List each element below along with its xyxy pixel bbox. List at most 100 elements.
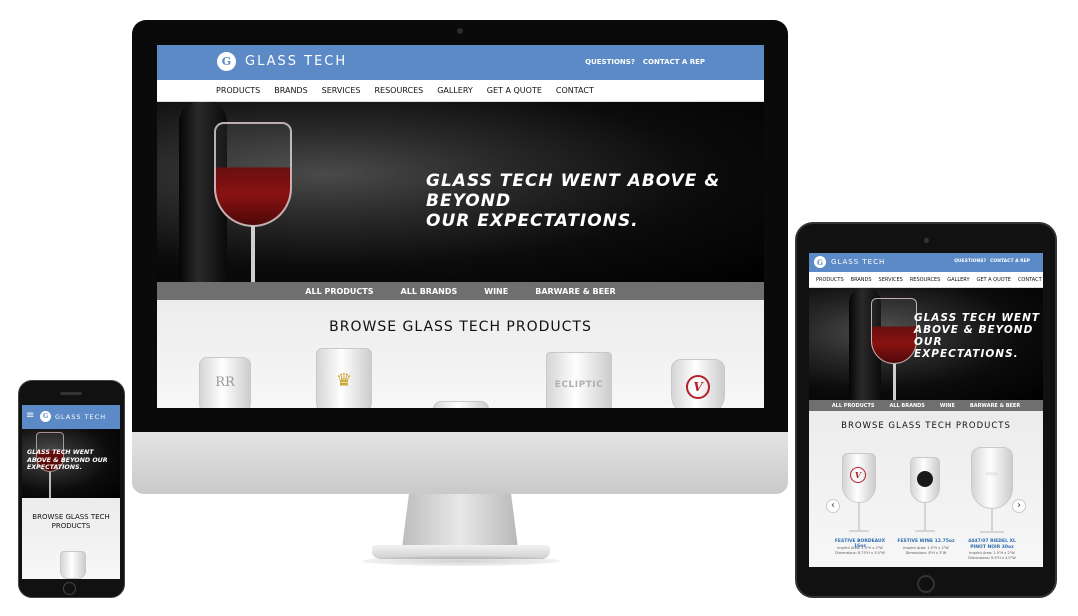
product-glass[interactable]: ECLIPTIC	[546, 352, 612, 408]
browse-section: BROWSE GLASS TECH PRODUCTS RR ♛ ECLIPTIC…	[157, 300, 764, 408]
hero-banner: GLASS TECH WENT ABOVE & BEYOND OUR EXPEC…	[809, 288, 1043, 400]
glass-logo-icon: G	[814, 256, 826, 268]
browse-title: BROWSE GLASS TECH PRODUCTS	[22, 498, 120, 531]
hero-line-2: ABOVE & BEYOND OUR	[27, 456, 108, 464]
hero-headline: GLASS TECH WENT ABOVE & BEYOND OUR EXPEC…	[426, 171, 764, 231]
contact-rep-link[interactable]: CONTACT A REP	[990, 259, 1030, 264]
nav-gallery[interactable]: GALLERY	[947, 277, 969, 283]
nav-resources[interactable]: RESOURCES	[374, 86, 423, 95]
product-spec: Dimensions: 8.75"H x 3.5"W	[835, 551, 885, 555]
crown-logo-icon: ♛	[335, 370, 353, 391]
site-logo[interactable]: G GLASS TECH	[814, 256, 885, 268]
category-subnav: ALL PRODUCTS ALL BRANDS WINE BARWARE & B…	[809, 400, 1043, 411]
bottle-logo-icon	[917, 471, 933, 487]
imac-camera	[457, 28, 463, 34]
hero-line-3: EXPECTATIONS.	[27, 464, 82, 471]
category-subnav: ALL PRODUCTS ALL BRANDS WINE BARWARE & B…	[157, 282, 764, 300]
product-glass[interactable]: ♛	[316, 348, 372, 408]
nav-contact[interactable]: CONTACT	[1018, 277, 1042, 283]
phone-speaker	[60, 392, 82, 395]
browse-title-line-1: BROWSE GLASS TECH	[32, 513, 110, 521]
product-spec: Imprint Area: 1.5"H x 2"W	[969, 551, 1015, 555]
wine-glass	[214, 122, 292, 282]
nav-services[interactable]: SERVICES	[322, 86, 361, 95]
imac-stand	[402, 494, 518, 548]
site-header: G GLASS TECH QUESTIONS? CONTACT A REP	[157, 45, 764, 80]
product-card[interactable]: V FESTIVE BORDEAUX 16oz Imprint Area: 1.…	[835, 453, 885, 565]
browse-title-line-2: PRODUCTS	[51, 522, 91, 530]
hero-line-1: GLASS TECH WENT ABOVE & BEYOND	[426, 171, 721, 211]
glass-logo-icon: G	[40, 411, 51, 422]
ecliptic-logo-icon: ECLIPTIC	[554, 380, 604, 390]
product-spec: Dimensions: 9.5"H x 4.5"W	[968, 556, 1016, 560]
nav-resources[interactable]: RESOURCES	[910, 277, 940, 283]
hero-headline: GLASS TECH WENT ABOVE & BEYOND OUR EXPEC…	[27, 449, 108, 472]
main-nav: PRODUCTS BRANDS SERVICES RESOURCES GALLE…	[157, 80, 764, 102]
nav-products[interactable]: PRODUCTS	[816, 277, 844, 283]
subnav-all-brands[interactable]: ALL BRANDS	[889, 403, 924, 409]
product-glass[interactable]: V	[671, 359, 725, 408]
logo-text: GLASS TECH	[245, 54, 348, 69]
subnav-all-products[interactable]: ALL PRODUCTS	[832, 403, 875, 409]
nav-get-a-quote[interactable]: GET A QUOTE	[977, 277, 1011, 283]
product-glass[interactable]	[433, 401, 489, 408]
tablet-site: G GLASS TECH QUESTIONS? CONTACT A REP PR…	[809, 253, 1043, 567]
subnav-wine[interactable]: WINE	[940, 403, 955, 409]
subnav-barware-beer[interactable]: BARWARE & BEER	[535, 287, 615, 296]
site-logo[interactable]: G GLASS TECH	[40, 411, 106, 422]
nav-services[interactable]: SERVICES	[879, 277, 903, 283]
hamburger-menu-icon[interactable]: ≡	[26, 410, 34, 421]
browse-title: BROWSE GLASS TECH PRODUCTS	[329, 319, 592, 335]
product-card[interactable]: FESTIVE WINE 12.75oz Imprint Area: 1.5"H…	[897, 457, 955, 565]
product-spec: Imprint Area: 1.5"H x 2"W	[837, 546, 883, 550]
subnav-barware-beer[interactable]: BARWARE & BEER	[970, 403, 1020, 409]
site-header: ≡ G GLASS TECH	[22, 405, 120, 429]
main-nav: PRODUCTS BRANDS SERVICES RESOURCES GALLE…	[809, 272, 1043, 288]
contact-rep-link[interactable]: CONTACT A REP	[643, 58, 705, 66]
hero-banner: GLASS TECH WENT ABOVE & BEYOND OUR EXPEC…	[157, 102, 764, 282]
site-logo[interactable]: G GLASS TECH	[217, 52, 347, 71]
phone-home-button	[63, 582, 76, 595]
imac-base-shadow	[362, 556, 560, 566]
browse-section: BROWSE GLASS TECH PRODUCTS ‹ › V FESTIVE…	[809, 411, 1043, 567]
product-name[interactable]: FESTIVE WINE 12.75oz	[897, 539, 955, 544]
subnav-all-brands[interactable]: ALL BRANDS	[401, 287, 458, 296]
product-spec: Dimensions: 8"H x 3"W	[905, 551, 947, 555]
nav-products[interactable]: PRODUCTS	[216, 86, 260, 95]
questions-link[interactable]: QUESTIONS?	[954, 259, 986, 264]
hero-line-2: ABOVE & BEYOND	[914, 324, 1034, 336]
rr-logo-icon: RR	[215, 375, 235, 390]
product-name[interactable]: 4447/07 RIEDEL XL PINOT NOIR 30oz	[964, 539, 1020, 550]
browse-section: BROWSE GLASS TECH PRODUCTS	[22, 498, 120, 579]
hero-line-1: GLASS TECH WENT	[27, 449, 94, 456]
tablet-camera	[924, 238, 929, 243]
product-glass[interactable]: RR	[199, 357, 251, 408]
tablet-home-button	[917, 575, 935, 593]
nav-brands[interactable]: BRANDS	[851, 277, 872, 283]
v-logo-icon: V	[686, 375, 710, 399]
imac-chin	[132, 432, 788, 494]
hero-headline: GLASS TECH WENT ABOVE & BEYOND OUR EXPEC…	[914, 312, 1043, 360]
subnav-wine[interactable]: WINE	[484, 287, 508, 296]
site-header: G GLASS TECH QUESTIONS? CONTACT A REP	[809, 253, 1043, 272]
nav-gallery[interactable]: GALLERY	[437, 86, 473, 95]
product-etching: ◇◇◇	[986, 471, 998, 477]
browse-title: BROWSE GLASS TECH PRODUCTS	[841, 421, 1011, 431]
subnav-all-products[interactable]: ALL PRODUCTS	[305, 287, 373, 296]
nav-get-a-quote[interactable]: GET A QUOTE	[487, 86, 542, 95]
nav-brands[interactable]: BRANDS	[274, 86, 307, 95]
product-card[interactable]: ◇◇◇ 4447/07 RIEDEL XL PINOT NOIR 30oz Im…	[964, 447, 1020, 565]
nav-contact[interactable]: CONTACT	[556, 86, 594, 95]
desktop-site: G GLASS TECH QUESTIONS? CONTACT A REP PR…	[157, 45, 764, 408]
mobile-site: ≡ G GLASS TECH GLASS TECH WENT ABOVE & B…	[22, 405, 120, 579]
product-glass[interactable]	[60, 551, 86, 579]
hero-line-2: OUR EXPECTATIONS.	[426, 211, 639, 231]
hero-line-3: OUR EXPECTATIONS.	[914, 336, 1019, 360]
product-spec: Imprint Area: 1.5"H x 2"W	[903, 546, 949, 550]
hero-line-1: GLASS TECH WENT	[914, 312, 1041, 324]
hero-banner: GLASS TECH WENT ABOVE & BEYOND OUR EXPEC…	[22, 429, 120, 498]
glass-logo-icon: G	[217, 52, 236, 71]
utility-links: QUESTIONS? CONTACT A REP	[585, 58, 705, 66]
logo-text: GLASS TECH	[831, 258, 886, 266]
questions-link[interactable]: QUESTIONS?	[585, 58, 635, 66]
